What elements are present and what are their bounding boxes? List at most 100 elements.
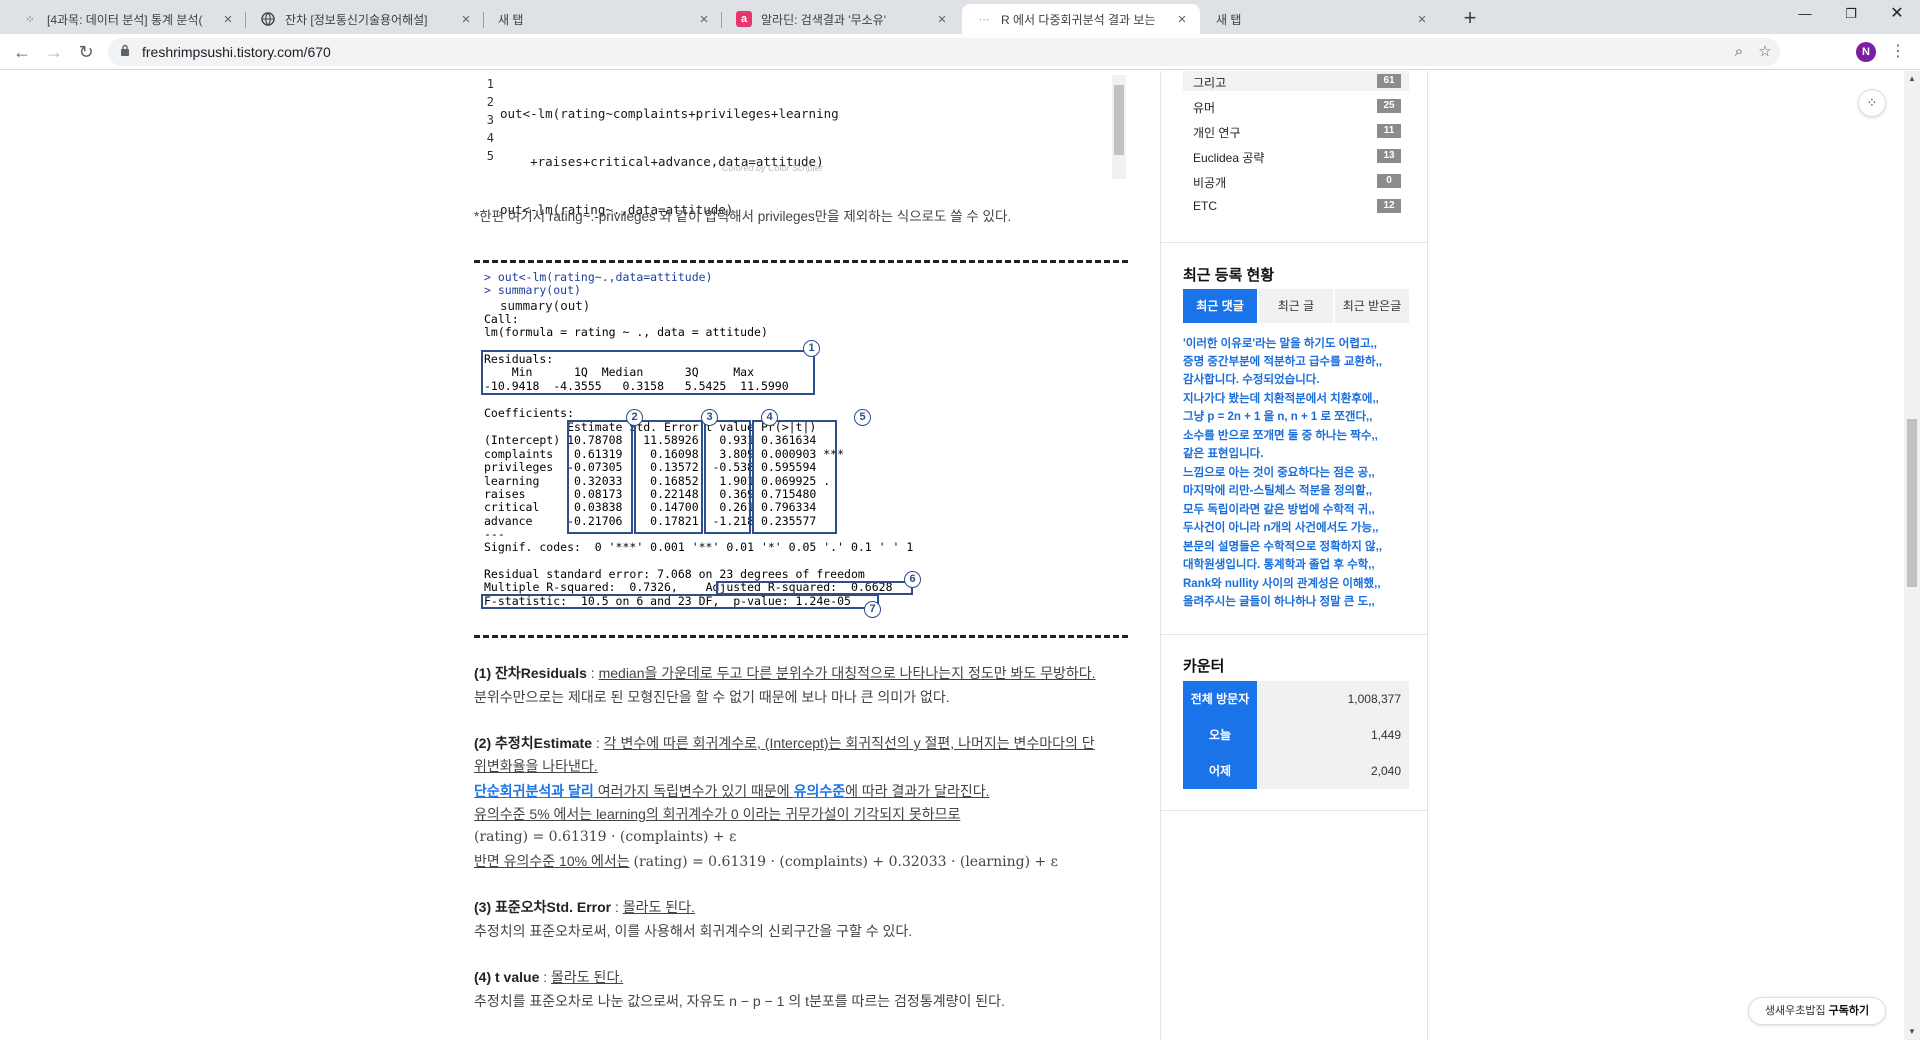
subscribe-button[interactable]: 생새우초밥집 구독하기: [1748, 997, 1886, 1025]
divider: [474, 635, 1128, 638]
browser-tab[interactable]: 잔차 [정보통신기술용어해설] ×: [246, 4, 484, 34]
browser-tab[interactable]: ⁘ [4과목: 데이터 분석] 통계 분석( ×: [8, 4, 246, 34]
recent-comment[interactable]: 모두 독립이라면 같은 방법에 수학적 귀,,: [1183, 501, 1375, 519]
recent-comment[interactable]: Rank와 nullity 사이의 관계성은 이해했,,: [1183, 575, 1381, 593]
r-commands: > out<-lm(rating~.,data=attitude) > summ…: [484, 270, 713, 298]
scroll-up-arrow[interactable]: ▲: [1904, 71, 1920, 87]
dots-icon: ⁘: [25, 13, 35, 26]
counter-yesterday: 어제 2,040: [1183, 753, 1409, 789]
minimize-button[interactable]: —: [1782, 0, 1828, 30]
p-value-box: [752, 420, 837, 534]
page-scrollbar[interactable]: ▲ ▼: [1904, 71, 1920, 1040]
category-item[interactable]: Euclidea 공략 13: [1183, 146, 1409, 166]
section-std-error: (3) 표준오차Std. Error : 몰라도 된다.: [474, 899, 695, 915]
page-scroll-thumb[interactable]: [1907, 419, 1917, 587]
std-error-box: [634, 420, 703, 534]
page-viewport: 1 2 3 4 5 out<-lm(rating~complaints+priv…: [0, 71, 1904, 1040]
recent-comment[interactable]: 대학원생입니다. 통계학과 졸업 후 수학,,: [1183, 556, 1375, 574]
grid-menu-button[interactable]: ⁘: [1858, 89, 1886, 117]
recent-comment[interactable]: 올려주시는 글들이 하나하나 정말 큰 도,,: [1183, 593, 1375, 611]
category-count: 11: [1377, 124, 1401, 138]
simple-regression-link[interactable]: 단순회귀분석과 달리: [474, 783, 594, 799]
recent-comment[interactable]: 증명 중간부분에 적분하고 급수를 교환하,,: [1183, 353, 1382, 371]
recent-comment[interactable]: 두사건이 아니라 n개의 사건에서도 가능,,: [1183, 519, 1378, 537]
tab-recent-comments[interactable]: 최근 댓글: [1183, 289, 1257, 323]
residuals-box: [481, 350, 815, 395]
browser-tab[interactable]: a 알라딘: 검색결과 '무소유' ×: [722, 4, 960, 34]
code-scroll-thumb[interactable]: [1114, 85, 1124, 155]
close-icon[interactable]: ×: [696, 11, 712, 28]
maximize-button[interactable]: ❐: [1828, 0, 1874, 30]
tab-recent-posts[interactable]: 최근 글: [1259, 289, 1333, 323]
aladin-icon: a: [736, 11, 752, 27]
counter-total: 전체 방문자 1,008,377: [1183, 681, 1409, 717]
marker-2: 2: [626, 409, 643, 426]
new-tab-button[interactable]: +: [1456, 5, 1484, 33]
section-residuals: (1) 잔차Residuals : median을 가운데로 두고 다른 분위수…: [474, 665, 1096, 681]
close-icon[interactable]: ×: [934, 11, 950, 28]
r-call: Call: lm(formula = rating ~ ., data = at…: [484, 312, 768, 340]
url-text: freshrimpsushi.tistory.com/670: [142, 44, 331, 60]
close-window-button[interactable]: ✕: [1874, 0, 1920, 30]
section-t-value: (4) t value : 몰라도 된다.: [474, 969, 624, 985]
category-item[interactable]: 그리고 61: [1183, 71, 1409, 91]
code-scrollbar[interactable]: [1112, 75, 1126, 179]
section-estimate-line2: 단순회귀분석과 달리 여러가지 독립변수가 있기 때문에 유의수준에 따라 결과…: [474, 783, 990, 799]
close-icon[interactable]: ×: [1414, 11, 1430, 28]
category-count: 0: [1377, 174, 1401, 188]
counter-today: 오늘 1,449: [1183, 717, 1409, 753]
browser-tab[interactable]: 새 탭 ×: [484, 4, 722, 34]
address-bar[interactable]: freshrimpsushi.tistory.com/670 ⌕ ☆: [108, 38, 1780, 66]
t-value-box: [704, 420, 751, 534]
recent-comment[interactable]: '이러한 이유로'라는 말을 하기도 어렵고,,: [1183, 335, 1377, 353]
category-item[interactable]: 개인 연구 11: [1183, 121, 1409, 141]
close-icon[interactable]: ×: [1174, 11, 1190, 28]
recent-comment[interactable]: 같은 표현입니다.: [1183, 445, 1263, 463]
lock-icon: [120, 44, 130, 59]
recent-comment[interactable]: 본문의 설명들은 수학적으로 정확하지 않,,: [1183, 538, 1382, 556]
code-line-numbers: 1 2 3 4 5: [486, 77, 494, 163]
section-estimate-line4: 반면 유의수준 10% 에서는 (rating) = 0.61319 · (co…: [474, 853, 1058, 870]
divider: [474, 260, 1128, 263]
tab-title: 새 탭: [498, 12, 524, 27]
scroll-down-arrow[interactable]: ▼: [1904, 1024, 1920, 1040]
close-icon[interactable]: ×: [458, 11, 474, 28]
estimate-box: [567, 420, 633, 534]
reload-button[interactable]: ↻: [72, 38, 100, 66]
browser-tab-active[interactable]: ⋯ R 에서 다중회귀분석 결과 보는 ×: [962, 4, 1200, 34]
sidebar: 그리고 61 유머 25 개인 연구 11 Euclidea 공략 13 비공개…: [1160, 71, 1428, 1040]
f-statistic-box: [481, 594, 879, 609]
equation-1: (rating) = 0.61319 · (complaints) + ε: [474, 829, 737, 845]
category-item[interactable]: 비공개 0: [1183, 171, 1409, 191]
category-item[interactable]: 유머 25: [1183, 96, 1409, 116]
recent-title: 최근 등록 현황: [1183, 267, 1275, 284]
divider: [1161, 810, 1427, 811]
recent-comment[interactable]: 소수를 반으로 쪼개면 둘 중 하나는 짝수,,: [1183, 427, 1378, 445]
profile-avatar[interactable]: N: [1856, 42, 1876, 62]
code-block: 1 2 3 4 5 out<-lm(rating~complaints+priv…: [474, 75, 1128, 313]
menu-icon[interactable]: ⋮: [1888, 38, 1908, 66]
recent-comment[interactable]: 그냥 p = 2n + 1 을 n, n + 1 로 쪼갠다,,: [1183, 408, 1372, 426]
bookmark-star-icon[interactable]: ☆: [1754, 41, 1776, 63]
equation-2: (rating) = 0.61319 · (complaints) + 0.32…: [633, 854, 1058, 870]
recent-comment[interactable]: 느낌으로 아는 것이 중요하다는 점은 공,,: [1183, 464, 1375, 482]
marker-7: 7: [864, 601, 881, 618]
significance-level-link[interactable]: 유의수준: [794, 783, 846, 799]
recent-comment[interactable]: 마지막에 리만-스틸체스 적분을 정의할,,: [1183, 482, 1372, 500]
forward-button[interactable]: →: [40, 38, 68, 66]
marker-5: 5: [854, 409, 871, 426]
back-button[interactable]: ←: [8, 38, 36, 66]
tab-recent-trackbacks[interactable]: 최근 받은글: [1335, 289, 1409, 323]
close-icon[interactable]: ×: [220, 11, 236, 28]
category-count: 13: [1377, 149, 1401, 163]
category-count: 25: [1377, 99, 1401, 113]
category-count: 12: [1377, 199, 1401, 213]
note-text: *한편 여기서 rating~.-privileges 와 같이 입력해서 pr…: [474, 209, 1012, 224]
section-estimate: (2) 추정치Estimate : 각 변수에 따른 회귀계수로, (Inter…: [474, 735, 1095, 751]
recent-comment[interactable]: 감사합니다. 수정되었습니다.: [1183, 371, 1320, 389]
recent-comment[interactable]: 지나가다 봤는데 치환적분에서 치환후에,,: [1183, 390, 1379, 408]
section-t-value-detail: 추정치를 표준오차로 나눈 값으로써, 자유도 n − p − 1 의 t분포를…: [474, 993, 1005, 1009]
category-item[interactable]: ETC 12: [1183, 196, 1409, 216]
zoom-icon[interactable]: ⌕: [1728, 41, 1750, 63]
browser-tab[interactable]: 새 탭 ×: [1202, 4, 1440, 34]
